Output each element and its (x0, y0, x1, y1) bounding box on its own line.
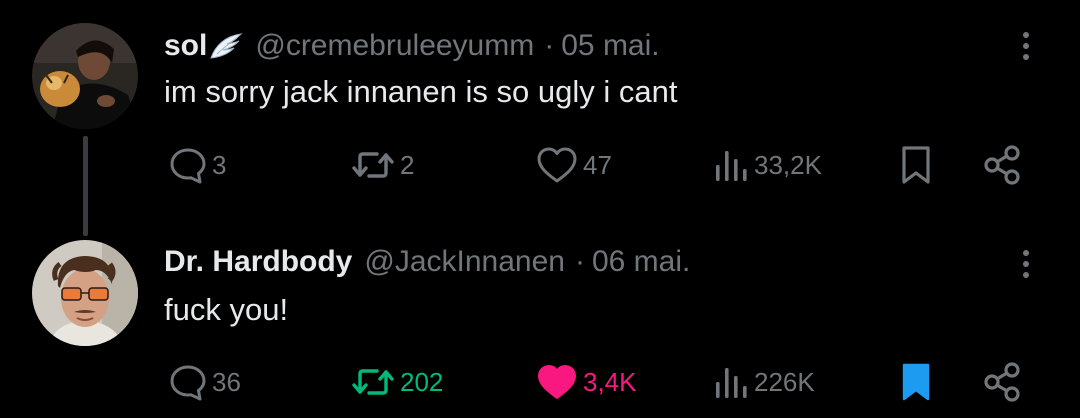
reply-button[interactable]: 36 (168, 360, 241, 404)
more-options-icon[interactable] (1015, 26, 1037, 66)
bookmark-button[interactable] (896, 360, 936, 404)
like-count: 47 (583, 149, 612, 180)
tweet-header: sol @cremebruleeyumm · 05 mai. (164, 28, 660, 64)
heart-icon (538, 365, 576, 399)
bookmark-icon (902, 363, 930, 401)
display-name[interactable]: Dr. Hardbody (164, 245, 352, 279)
reply-icon (170, 365, 206, 401)
tweet-text: fuck you! (164, 292, 289, 327)
views-icon (716, 151, 747, 181)
reply-count: 3 (212, 149, 227, 180)
tweet[interactable]: Dr. Hardbody @JackInnanen · 06 mai. fuck… (0, 220, 1080, 418)
tweet-header: Dr. Hardbody @JackInnanen · 06 mai. (164, 244, 690, 280)
bookmark-button[interactable] (896, 143, 936, 187)
tweet-date[interactable]: 05 mai. (561, 29, 659, 63)
share-button[interactable] (980, 360, 1024, 404)
retweet-count: 202 (400, 366, 444, 397)
like-button[interactable]: 3,4K (535, 360, 637, 404)
avatar[interactable] (32, 23, 138, 129)
display-name[interactable]: sol (164, 29, 207, 63)
views-count: 33,2K (754, 149, 822, 180)
reply-icon (170, 148, 206, 184)
share-button[interactable] (980, 143, 1024, 187)
more-options-icon[interactable] (1015, 244, 1037, 284)
avatar[interactable] (32, 240, 138, 346)
share-icon (984, 362, 1020, 402)
retweet-icon (352, 369, 394, 395)
retweet-count: 2 (400, 149, 415, 180)
views-icon (716, 368, 747, 398)
angel-wing-icon (209, 32, 243, 60)
retweet-button[interactable]: 202 (350, 360, 443, 404)
views-button[interactable]: 226K (712, 360, 815, 404)
reply-button[interactable]: 3 (168, 143, 226, 187)
tweet[interactable]: sol @cremebruleeyumm · 05 mai. im sorry … (0, 0, 1080, 236)
tweet-actions: 36 202 3,4K 226K (0, 360, 1080, 404)
user-handle[interactable]: @JackInnanen (364, 245, 565, 279)
reply-count: 36 (212, 366, 241, 397)
bookmark-icon (902, 146, 930, 184)
views-count: 226K (754, 366, 815, 397)
retweet-icon (352, 152, 394, 178)
like-count: 3,4K (583, 366, 637, 397)
share-icon (984, 145, 1020, 185)
separator-dot: · (544, 29, 555, 62)
retweet-button[interactable]: 2 (350, 143, 414, 187)
tweet-actions: 3 2 47 33,2K (0, 143, 1080, 187)
like-button[interactable]: 47 (535, 143, 612, 187)
user-handle[interactable]: @cremebruleeyumm (255, 29, 534, 63)
separator-dot: · (574, 245, 585, 278)
tweet-date[interactable]: 06 mai. (592, 245, 690, 279)
tweet-text: im sorry jack innanen is so ugly i cant (164, 74, 678, 109)
views-button[interactable]: 33,2K (712, 143, 822, 187)
heart-icon (537, 147, 577, 183)
